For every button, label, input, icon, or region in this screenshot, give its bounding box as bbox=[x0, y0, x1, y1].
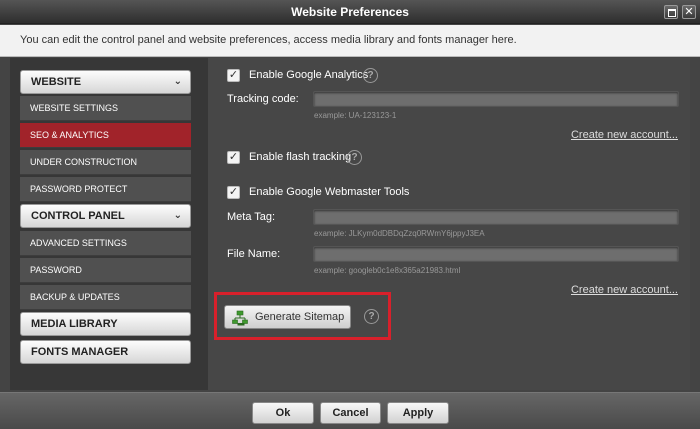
analytics-checkbox[interactable]: ✓ bbox=[227, 69, 240, 82]
sidebar-item-under-construction[interactable]: UNDER CONSTRUCTION bbox=[20, 150, 191, 175]
sidebar-item-backup-updates[interactable]: BACKUP & UPDATES bbox=[20, 285, 191, 310]
analytics-label: Enable Google Analytics bbox=[249, 69, 369, 81]
webmaster-label: Enable Google Webmaster Tools bbox=[249, 186, 410, 198]
generate-sitemap-button[interactable]: Generate Sitemap bbox=[224, 305, 351, 329]
sidebar-item-advanced-settings[interactable]: ADVANCED SETTINGS bbox=[20, 231, 191, 256]
help-icon[interactable]: ? bbox=[363, 68, 378, 83]
sidebar-item-password[interactable]: PASSWORD bbox=[20, 258, 191, 283]
preferences-window: Website Preferences ✕ You can edit the c… bbox=[0, 0, 700, 429]
tracking-code-label: Tracking code: bbox=[227, 93, 299, 105]
info-text: You can edit the control panel and websi… bbox=[20, 34, 517, 46]
chevron-down-icon: ⌄ bbox=[173, 210, 182, 221]
generate-sitemap-label: Generate Sitemap bbox=[255, 311, 345, 323]
help-icon[interactable]: ? bbox=[347, 150, 362, 165]
help-icon[interactable]: ? bbox=[364, 309, 379, 324]
meta-tag-hint: example: JLKym0dDBDqZzq0RWmY6jppyJ3EA bbox=[314, 229, 485, 238]
flash-tracking-checkbox[interactable]: ✓ bbox=[227, 151, 240, 164]
ok-button[interactable]: Ok bbox=[252, 402, 314, 424]
close-icon[interactable]: ✕ bbox=[682, 5, 696, 19]
sidebar-header-label: CONTROL PANEL bbox=[31, 210, 125, 222]
create-analytics-account-link[interactable]: Create new account... bbox=[571, 129, 678, 141]
sidebar-header-control-panel[interactable]: CONTROL PANEL ⌄ bbox=[20, 204, 191, 228]
file-name-hint: example: googleb0c1e8x365a21983.html bbox=[314, 266, 461, 275]
maximize-icon[interactable] bbox=[664, 5, 678, 19]
file-name-label: File Name: bbox=[227, 248, 281, 260]
meta-tag-label: Meta Tag: bbox=[227, 211, 276, 223]
apply-button[interactable]: Apply bbox=[387, 402, 449, 424]
sidebar-header-label: WEBSITE bbox=[31, 76, 82, 88]
meta-tag-input[interactable] bbox=[313, 209, 679, 225]
sidebar-item-website-settings[interactable]: WEBSITE SETTINGS bbox=[20, 96, 191, 121]
sidebar-item-seo-analytics[interactable]: SEO & ANALYTICS bbox=[20, 123, 191, 148]
file-name-input[interactable] bbox=[313, 246, 679, 262]
create-webmaster-account-link[interactable]: Create new account... bbox=[571, 284, 678, 296]
sidebar-header-media-library[interactable]: MEDIA LIBRARY bbox=[20, 312, 191, 336]
sidebar-header-website[interactable]: WEBSITE ⌄ bbox=[20, 70, 191, 94]
sitemap-icon bbox=[232, 310, 248, 326]
sidebar-header-fonts-manager[interactable]: FONTS MANAGER bbox=[20, 340, 191, 364]
webmaster-checkbox[interactable]: ✓ bbox=[227, 186, 240, 199]
dialog-footer: Ok Cancel Apply bbox=[0, 392, 700, 429]
sidebar-item-password-protect[interactable]: PASSWORD PROTECT bbox=[20, 177, 191, 202]
tracking-code-hint: example: UA-123123-1 bbox=[314, 111, 397, 120]
window-title: Website Preferences bbox=[291, 5, 409, 19]
flash-tracking-label: Enable flash tracking bbox=[249, 151, 352, 163]
tracking-code-input[interactable] bbox=[313, 91, 679, 107]
title-bar: Website Preferences ✕ bbox=[0, 0, 700, 24]
seo-analytics-panel: ✓ Enable Google Analytics ? Tracking cod… bbox=[208, 58, 690, 390]
cancel-button[interactable]: Cancel bbox=[320, 402, 381, 424]
chevron-down-icon: ⌄ bbox=[173, 76, 182, 87]
info-bar: You can edit the control panel and websi… bbox=[0, 25, 700, 57]
sidebar: WEBSITE ⌄ WEBSITE SETTINGS SEO & ANALYTI… bbox=[10, 58, 208, 390]
